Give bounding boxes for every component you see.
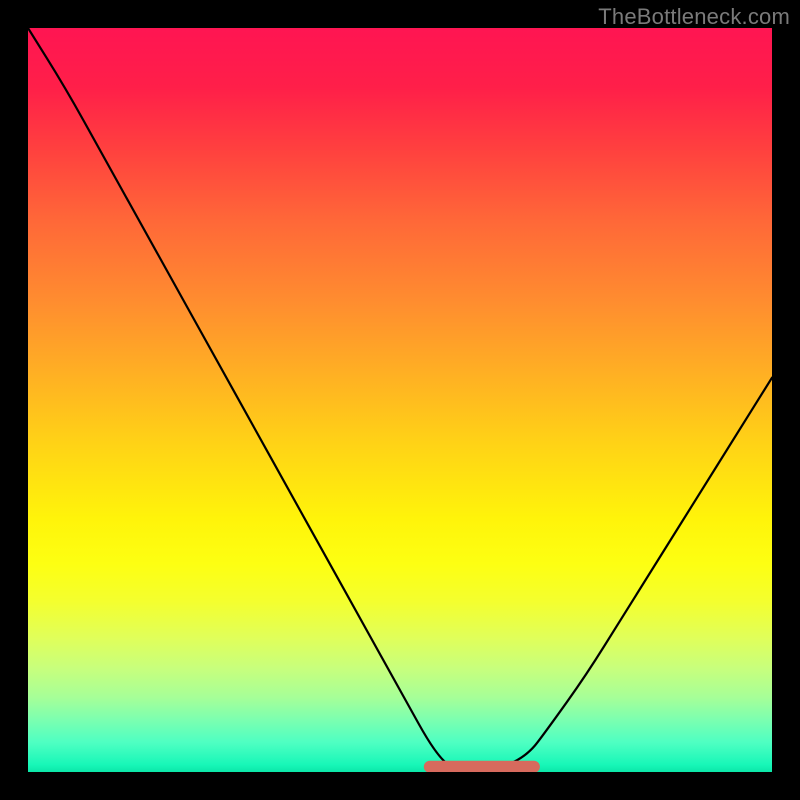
bottleneck-curve xyxy=(28,28,772,772)
chart-frame: TheBottleneck.com xyxy=(0,0,800,800)
chart-svg xyxy=(28,28,772,772)
plot-area xyxy=(28,28,772,772)
watermark-text: TheBottleneck.com xyxy=(598,4,790,30)
